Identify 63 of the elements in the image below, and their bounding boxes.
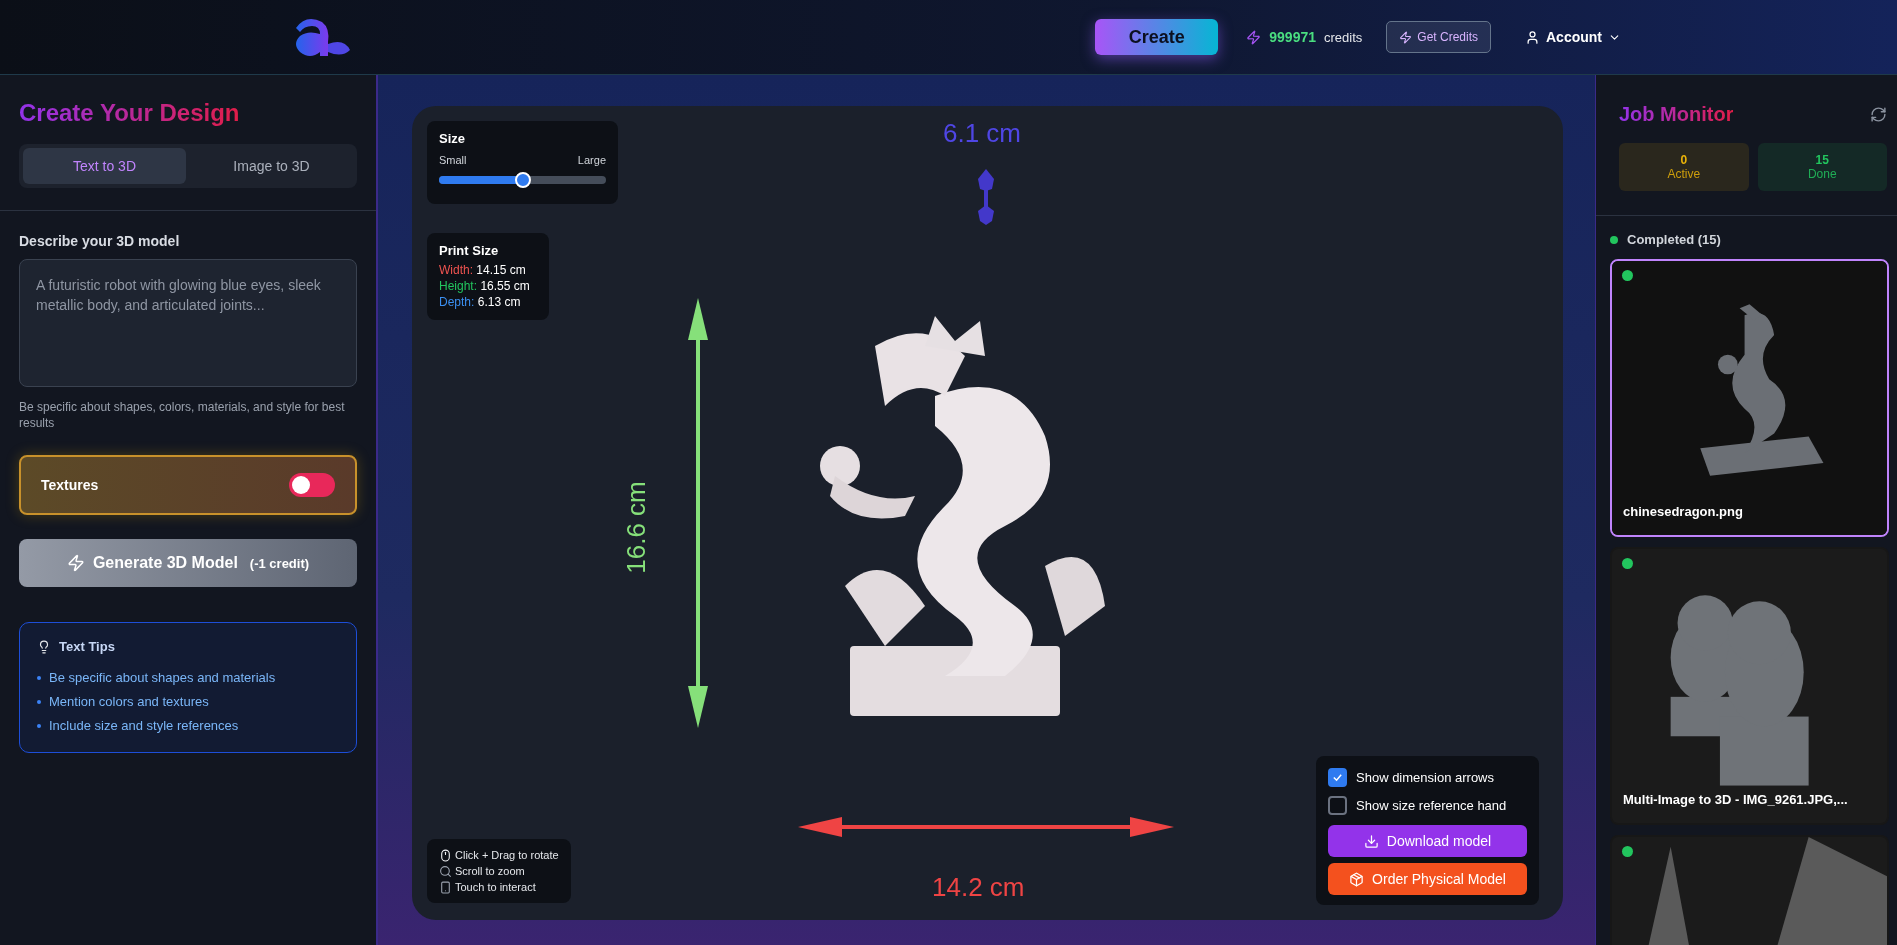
print-size-title: Print Size xyxy=(439,243,500,258)
hint-text: Click + Drag to rotate xyxy=(455,848,559,863)
bullet-icon xyxy=(37,676,41,680)
hint-text: Touch to interact xyxy=(455,880,536,895)
min-label: Small xyxy=(439,154,467,166)
refresh-icon[interactable] xyxy=(1870,106,1887,123)
checkbox[interactable] xyxy=(1328,795,1347,815)
prompt-label: Describe your 3D model xyxy=(19,233,181,249)
width-label: 14.2 cm xyxy=(932,872,1025,903)
stat-value: 0 xyxy=(1680,153,1688,167)
generate-button[interactable]: Generate 3D Model (-1 credit) xyxy=(19,539,357,587)
dimension-row-text: Depth: 6.13 cm xyxy=(439,294,522,310)
credits-amount: 999971 xyxy=(1269,29,1316,45)
hint-text: Scroll to zoom xyxy=(455,864,525,879)
checkbox[interactable] xyxy=(1328,767,1347,787)
textures-label: Textures xyxy=(41,477,99,493)
tip-text: Mention colors and textures xyxy=(49,693,209,711)
credits-label: credits xyxy=(1324,29,1363,45)
lightbulb-icon xyxy=(37,639,51,654)
depth-arrow xyxy=(976,169,996,227)
get-credits-button[interactable]: Get Credits xyxy=(1386,21,1491,53)
stat-label: Done xyxy=(1807,167,1837,181)
job-title: chinesedragon.png xyxy=(1623,504,1743,519)
check-icon xyxy=(1332,771,1343,783)
job-card[interactable]: Multi-Image to 3D - IMG_9261.JPG,... xyxy=(1610,547,1889,825)
phone-icon xyxy=(439,880,452,894)
user-icon xyxy=(1525,29,1540,45)
bullet-icon xyxy=(37,700,41,704)
tips-title: Text Tips xyxy=(59,639,115,654)
section-title: Completed (15) xyxy=(1627,232,1721,247)
option-label: Show dimension arrows xyxy=(1356,769,1494,785)
tip-text: Be specific about shapes and materials xyxy=(49,669,276,687)
slider-thumb[interactable] xyxy=(514,172,531,188)
height-label: 16.6 cm xyxy=(620,481,652,574)
status-dot xyxy=(1610,235,1618,244)
box-icon xyxy=(1349,871,1365,887)
mouse-icon xyxy=(439,848,452,862)
job-title: Multi-Image to 3D - IMG_9261.JPG,... xyxy=(1623,792,1848,807)
stat-value: 15 xyxy=(1815,153,1829,167)
lightning-icon xyxy=(1399,30,1413,44)
stat-label: Active xyxy=(1667,167,1701,181)
model-viewer[interactable] xyxy=(412,106,1563,920)
depth-label: 6.1 cm xyxy=(943,118,1022,149)
size-title: Size xyxy=(439,131,466,146)
mode-tab[interactable]: Image to 3D xyxy=(190,148,353,184)
download-icon xyxy=(1363,833,1379,849)
option-label: Show size reference hand xyxy=(1356,797,1507,813)
tip-text: Include size and style references xyxy=(49,717,239,735)
prompt-hint: Be specific about shapes, colors, materials, and style for best results xyxy=(19,399,346,431)
prompt-field[interactable]: A futuristic robot with glowing blue eyes, sleek metallic body, and articulated joints... xyxy=(19,259,357,387)
mode-tab[interactable]: Text to 3D xyxy=(23,148,186,184)
account-menu[interactable]: Account xyxy=(1519,28,1627,46)
max-label: Large xyxy=(577,154,606,166)
dimension-row-text: Width: 14.15 cm xyxy=(439,262,527,278)
job-card[interactable]: chinesedragon.png xyxy=(1610,259,1889,537)
bullet-icon xyxy=(37,724,41,728)
lightning-icon xyxy=(1246,29,1262,45)
create-button[interactable]: Create xyxy=(1095,19,1219,55)
lightning-icon xyxy=(66,554,85,572)
textures-toggle[interactable] xyxy=(289,473,335,497)
dimension-row-text: Height: 16.55 cm xyxy=(439,278,531,294)
search-icon xyxy=(439,864,452,878)
download-button[interactable]: Download model xyxy=(1328,825,1527,857)
